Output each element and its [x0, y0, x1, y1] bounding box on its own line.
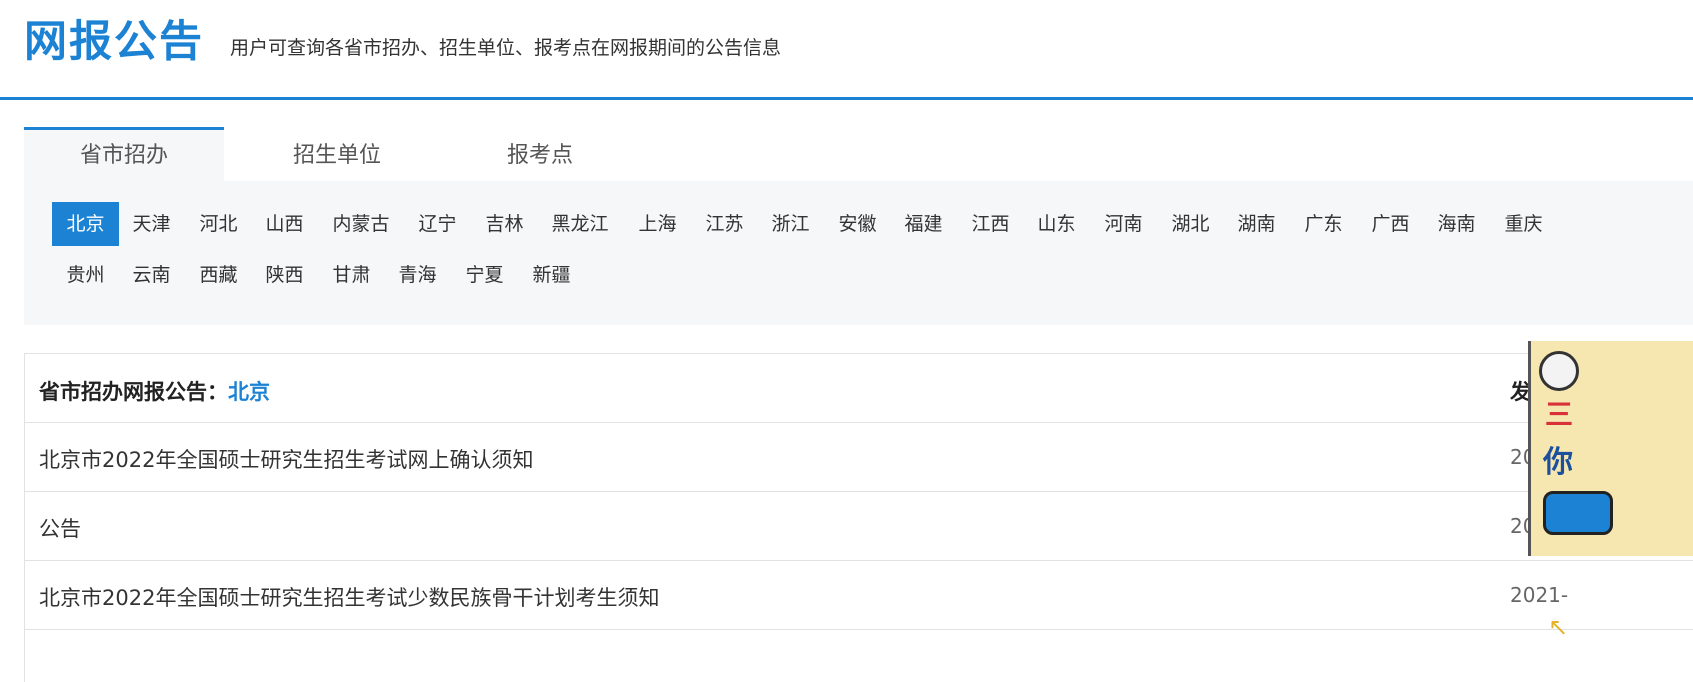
ad-button[interactable]	[1543, 491, 1613, 535]
region-gansu[interactable]: 甘肃	[318, 253, 385, 297]
list-heading-city: 北京	[228, 380, 270, 404]
region-hubei[interactable]: 湖北	[1157, 202, 1224, 246]
arrow-icon: ↖	[1548, 613, 1569, 641]
ad-text: 你	[1543, 445, 1573, 480]
region-qinghai[interactable]: 青海	[384, 253, 451, 297]
region-jiangsu[interactable]: 江苏	[691, 202, 758, 246]
region-henan[interactable]: 河南	[1090, 202, 1157, 246]
tab-exam-site[interactable]: 报考点	[440, 127, 640, 181]
list-heading-label: 省市招办网报公告：	[39, 380, 228, 404]
region-shandong[interactable]: 山东	[1023, 202, 1090, 246]
announcement-list: 省市招办网报公告：北京 发 北京市2022年全国硕士研究生招生考试网上确认须知 …	[24, 353, 1693, 682]
list-item: 北京市2022年全国硕士研究生招生考试少数民族骨干计划考生须知 2021-	[25, 561, 1693, 630]
list-item: 北京市2022年全国硕士研究生招生考试网上确认须知 20	[25, 423, 1693, 492]
region-shanghai[interactable]: 上海	[624, 202, 691, 246]
announcement-link[interactable]: 北京市2022年全国硕士研究生招生考试少数民族骨干计划考生须知	[39, 582, 659, 612]
region-yunnan[interactable]: 云南	[118, 253, 185, 297]
tab-admission-unit[interactable]: 招生单位	[237, 127, 437, 181]
page-title: 网报公告	[24, 17, 204, 67]
region-jiangxi[interactable]: 江西	[957, 202, 1024, 246]
region-guizhou[interactable]: 贵州	[52, 253, 119, 297]
region-hunan[interactable]: 湖南	[1223, 202, 1290, 246]
announcement-link[interactable]: 公告	[39, 513, 81, 543]
region-chongqing[interactable]: 重庆	[1490, 202, 1557, 246]
region-fujian[interactable]: 福建	[890, 202, 957, 246]
tab-province-office[interactable]: 省市招办	[24, 127, 224, 181]
region-zhejiang[interactable]: 浙江	[757, 202, 824, 246]
page-subtitle: 用户可查询各省市招办、招生单位、报考点在网报期间的公告信息	[230, 37, 782, 59]
region-shanxi[interactable]: 山西	[251, 202, 318, 246]
ad-red-text: 三	[1545, 398, 1574, 431]
region-xizang[interactable]: 西藏	[185, 253, 252, 297]
list-item: 公告 20	[25, 492, 1693, 561]
region-ningxia[interactable]: 宁夏	[451, 253, 518, 297]
region-tianjin[interactable]: 天津	[118, 202, 185, 246]
region-neimenggu[interactable]: 内蒙古	[318, 202, 404, 246]
floating-ad-banner[interactable]: 三 你	[1528, 341, 1693, 556]
page-header: 网报公告 用户可查询各省市招办、招生单位、报考点在网报期间的公告信息	[0, 0, 1693, 100]
region-anhui[interactable]: 安徽	[824, 202, 891, 246]
list-heading: 省市招办网报公告：北京	[39, 376, 270, 406]
region-heilongjiang[interactable]: 黑龙江	[537, 202, 623, 246]
announcement-link[interactable]: 北京市2022年全国硕士研究生招生考试网上确认须知	[39, 444, 533, 474]
region-jilin[interactable]: 吉林	[471, 202, 538, 246]
scroll-icon	[1539, 351, 1579, 391]
region-shaanxi[interactable]: 陕西	[251, 253, 318, 297]
region-hainan[interactable]: 海南	[1423, 202, 1490, 246]
region-guangxi[interactable]: 广西	[1357, 202, 1424, 246]
region-hebei[interactable]: 河北	[185, 202, 252, 246]
region-guangdong[interactable]: 广东	[1290, 202, 1357, 246]
category-tabs: 省市招办 招生单位 报考点	[24, 127, 1693, 181]
region-beijing[interactable]: 北京	[52, 202, 119, 246]
announcement-date: 2021-	[1510, 583, 1569, 607]
list-header-row: 省市招办网报公告：北京 发	[25, 354, 1693, 423]
region-liaoning[interactable]: 辽宁	[404, 202, 471, 246]
region-selector: 北京 天津 河北 山西 内蒙古 辽宁 吉林 黑龙江 上海 江苏 浙江 安徽 福建…	[24, 181, 1693, 325]
region-xinjiang[interactable]: 新疆	[518, 253, 585, 297]
